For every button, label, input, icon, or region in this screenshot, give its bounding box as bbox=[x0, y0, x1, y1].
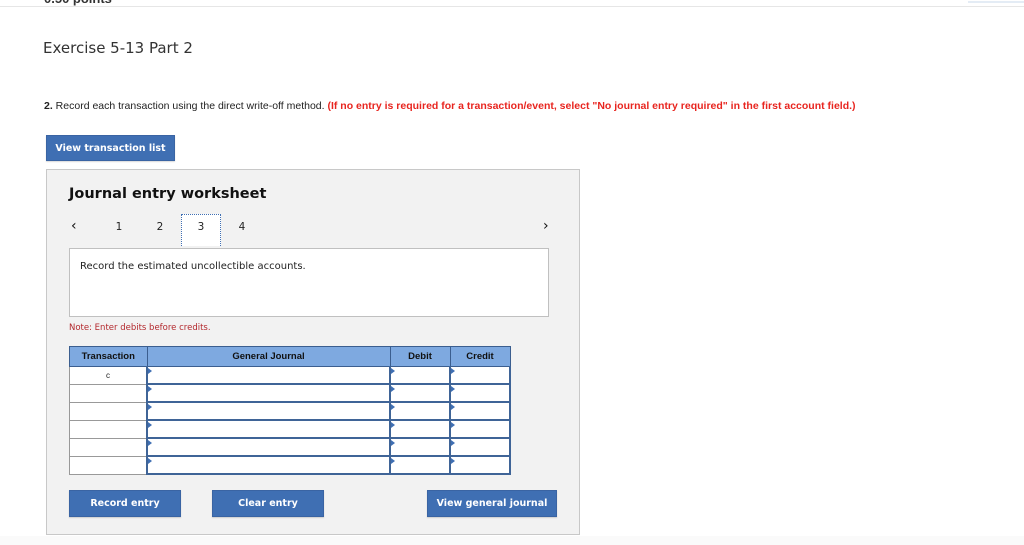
debit-input[interactable] bbox=[389, 401, 451, 421]
credit-input[interactable] bbox=[449, 366, 511, 385]
transaction-description-box: Record the estimated uncollectible accou… bbox=[69, 248, 549, 317]
transaction-cell: c bbox=[69, 366, 148, 385]
clear-entry-button[interactable]: Clear entry bbox=[212, 490, 324, 517]
page-tab-1[interactable]: 1 bbox=[99, 216, 139, 246]
dropdown-marker-icon bbox=[451, 368, 455, 374]
debit-credit-note: Note: Enter debits before credits. bbox=[69, 323, 211, 333]
page-tab-2[interactable]: 2 bbox=[140, 216, 180, 246]
dropdown-marker-icon bbox=[391, 368, 395, 374]
dropdown-marker-icon bbox=[451, 458, 455, 464]
credit-input[interactable] bbox=[449, 419, 511, 439]
dropdown-marker-icon bbox=[148, 368, 152, 374]
debit-input[interactable] bbox=[389, 383, 451, 403]
header-transaction: Transaction bbox=[69, 346, 148, 367]
account-select[interactable] bbox=[146, 401, 391, 421]
instruction-number: 2. bbox=[44, 100, 53, 112]
page-tab-4[interactable]: 4 bbox=[222, 216, 262, 246]
points-label: 0.50 points bbox=[44, 0, 112, 6]
dropdown-marker-icon bbox=[148, 386, 152, 392]
table-row bbox=[69, 419, 511, 439]
dropdown-marker-icon bbox=[451, 422, 455, 428]
instruction-body: Record each transaction using the direct… bbox=[52, 100, 328, 112]
debit-input[interactable] bbox=[389, 437, 451, 457]
view-transaction-list-button[interactable]: View transaction list bbox=[46, 135, 175, 161]
credit-input[interactable] bbox=[449, 455, 511, 475]
account-select[interactable] bbox=[146, 455, 391, 475]
top-right-decoration bbox=[968, 0, 1024, 3]
credit-input[interactable] bbox=[449, 383, 511, 403]
debit-input[interactable] bbox=[389, 366, 451, 385]
dropdown-marker-icon bbox=[148, 458, 152, 464]
dropdown-marker-icon bbox=[148, 404, 152, 410]
transaction-description: Record the estimated uncollectible accou… bbox=[80, 261, 306, 272]
dropdown-marker-icon bbox=[148, 422, 152, 428]
dropdown-marker-icon bbox=[391, 404, 395, 410]
header-general-journal: General Journal bbox=[146, 346, 391, 367]
debit-input[interactable] bbox=[389, 455, 451, 475]
dropdown-marker-icon bbox=[451, 386, 455, 392]
dropdown-marker-icon bbox=[391, 422, 395, 428]
chevron-left-icon[interactable]: ‹ bbox=[71, 218, 77, 234]
table-row: c bbox=[69, 366, 511, 385]
page-tab-3[interactable]: 3 bbox=[181, 214, 221, 246]
transaction-cell bbox=[69, 401, 148, 421]
header-debit: Debit bbox=[389, 346, 451, 367]
dropdown-marker-icon bbox=[391, 386, 395, 392]
dropdown-marker-icon bbox=[391, 440, 395, 446]
account-select[interactable] bbox=[146, 383, 391, 403]
journal-entry-worksheet: Journal entry worksheet ‹ 1 2 3 4 › Reco… bbox=[46, 169, 580, 535]
journal-table: Transaction General Journal Debit Credit… bbox=[69, 346, 511, 475]
dropdown-marker-icon bbox=[148, 440, 152, 446]
credit-input[interactable] bbox=[449, 437, 511, 457]
account-select[interactable] bbox=[146, 437, 391, 457]
instruction-red-note: (If no entry is required for a transacti… bbox=[327, 100, 856, 112]
instruction-text: 2. Record each transaction using the dir… bbox=[44, 100, 856, 112]
top-divider: 0.50 points bbox=[0, 0, 1024, 7]
debit-input[interactable] bbox=[389, 419, 451, 439]
account-select[interactable] bbox=[146, 366, 391, 385]
credit-input[interactable] bbox=[449, 401, 511, 421]
header-credit: Credit bbox=[449, 346, 511, 367]
table-row bbox=[69, 383, 511, 403]
transaction-cell bbox=[69, 455, 148, 475]
record-entry-button[interactable]: Record entry bbox=[69, 490, 181, 517]
table-row bbox=[69, 437, 511, 457]
dropdown-marker-icon bbox=[391, 458, 395, 464]
table-row bbox=[69, 401, 511, 421]
exercise-title: Exercise 5-13 Part 2 bbox=[43, 39, 193, 57]
account-select[interactable] bbox=[146, 419, 391, 439]
worksheet-title: Journal entry worksheet bbox=[69, 186, 267, 202]
transaction-cell bbox=[69, 383, 148, 403]
chevron-right-icon[interactable]: › bbox=[543, 218, 549, 234]
transaction-cell bbox=[69, 419, 148, 439]
dropdown-marker-icon bbox=[451, 404, 455, 410]
transaction-cell bbox=[69, 437, 148, 457]
dropdown-marker-icon bbox=[451, 440, 455, 446]
bottom-strip bbox=[0, 536, 1024, 545]
view-general-journal-button[interactable]: View general journal bbox=[427, 490, 557, 517]
table-row bbox=[69, 455, 511, 475]
